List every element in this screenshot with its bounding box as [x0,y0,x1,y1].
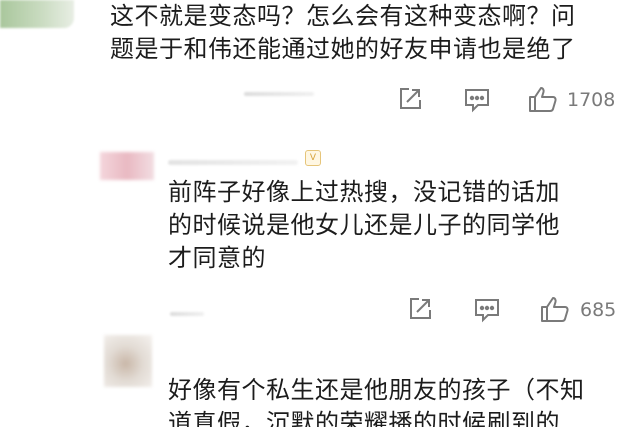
comment-text: 这不就是变态吗？怎么会有这种变态啊？问 题是于和伟还能通过她的好友申请也是绝了 [110,0,576,66]
comment-line: 道真假，沉默的荣耀播的时候刷到的 [168,409,560,427]
comment-line: 前阵子好像上过热搜，没记错的话加 [168,178,560,206]
share-icon[interactable] [407,296,433,322]
comment-text: 前阵子好像上过热搜，没记错的话加 的时候说是他女儿还是儿子的同学他 才同意的 [168,176,560,275]
share-icon[interactable] [397,86,423,112]
like-icon[interactable] [528,85,558,113]
comment-line: 题是于和伟还能通过她的好友申请也是绝了 [110,35,576,63]
comment-line: 好像有个私生还是他朋友的孩子（不知 [168,376,585,404]
comment-actions: 685 [0,292,640,328]
comment-actions: 1708 [0,82,640,118]
comment-line: 这不就是变态吗？怎么会有这种变态啊？问 [110,2,576,30]
comment-line: 才同意的 [168,244,266,272]
comment-icon[interactable] [473,297,501,323]
username[interactable] [168,160,298,165]
like-count: 685 [580,299,617,321]
avatar[interactable] [0,0,74,28]
like-icon[interactable] [540,295,570,323]
like-count: 1708 [567,89,616,111]
avatar[interactable] [100,152,154,180]
comment-line: 的时候说是他女儿还是儿子的同学他 [168,211,560,239]
avatar[interactable] [104,335,152,387]
comment-icon[interactable] [463,87,491,113]
vip-badge-icon: V [305,150,321,166]
comment-text: 好像有个私生还是他朋友的孩子（不知 道真假，沉默的荣耀播的时候刷到的 [168,374,585,427]
